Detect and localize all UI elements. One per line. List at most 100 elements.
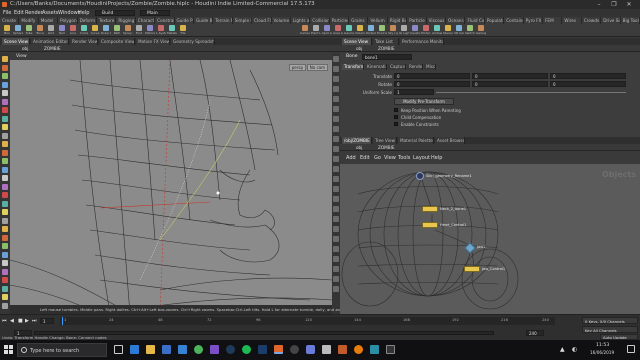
- shelf-tab[interactable]: Characters: [135, 17, 156, 24]
- shelf-tool[interactable]: Draw Curve: [101, 25, 111, 36]
- viewport-tool-icon[interactable]: [2, 302, 8, 309]
- discord-icon[interactable]: [306, 345, 315, 354]
- display-option-icon[interactable]: [333, 116, 339, 122]
- viewport-tool-icon[interactable]: [2, 285, 8, 292]
- viewport-tool-icon[interactable]: [2, 124, 8, 130]
- desktop-build-select[interactable]: Build: [95, 10, 135, 16]
- shelf-tab[interactable]: Simple FX: [232, 17, 253, 24]
- viewport-tool-icon[interactable]: [2, 175, 8, 181]
- tab-tree-view[interactable]: Tree View: [373, 137, 397, 144]
- shelf-tool[interactable]: Metaball: [167, 25, 177, 36]
- light-tool[interactable]: Volume Light: [355, 25, 365, 36]
- clock-time[interactable]: 11:53: [596, 343, 609, 348]
- network-menu-tools[interactable]: Tools: [398, 155, 410, 161]
- current-frame-field[interactable]: 1: [40, 318, 54, 324]
- network-menu-help[interactable]: Help: [431, 155, 442, 161]
- rotate-y-field[interactable]: 0: [472, 81, 548, 87]
- shelf-tab[interactable]: Oceans: [446, 17, 466, 24]
- shelf-tab[interactable]: Guide Pro...: [174, 17, 194, 24]
- spotify-icon[interactable]: [242, 345, 251, 354]
- shelf-tab[interactable]: Create: [0, 17, 20, 24]
- 3d-viewport[interactable]: persp No cam: [10, 60, 332, 314]
- viewport-tool-icon[interactable]: [2, 234, 8, 241]
- tray-network-icon[interactable]: ▲: [560, 346, 565, 353]
- view-menu[interactable]: View: [16, 54, 27, 59]
- shelf-tab[interactable]: Deform: [77, 17, 97, 24]
- shelf-tab[interactable]: Pyro FX: [523, 17, 544, 24]
- persp-button[interactable]: persp: [288, 64, 306, 71]
- maya-icon[interactable]: [370, 345, 379, 354]
- keys-channels-button[interactable]: 0 Keys, 0/0 Channels: [582, 317, 638, 324]
- rotate-x-field[interactable]: 0: [394, 81, 470, 87]
- viewport-tool-icon[interactable]: [2, 149, 8, 156]
- node-name-field[interactable]: bone1: [362, 54, 412, 60]
- shelf-tab[interactable]: Crowds: [581, 17, 602, 24]
- shelf-tab[interactable]: Vellum: [368, 17, 388, 24]
- menu-assets[interactable]: Assets: [42, 10, 58, 16]
- rotate-z-field[interactable]: 0: [550, 81, 626, 87]
- store-icon[interactable]: [162, 345, 171, 354]
- photoshop-icon[interactable]: [258, 345, 267, 354]
- light-tool[interactable]: VR Camera: [454, 25, 464, 36]
- subtab-capture[interactable]: Capture: [388, 64, 406, 70]
- shelf-tab[interactable]: Big Tools: [620, 17, 640, 24]
- viewport-tool-icon[interactable]: [2, 56, 8, 62]
- visual-studio-icon[interactable]: [210, 345, 219, 354]
- display-option-icon[interactable]: [333, 166, 339, 172]
- light-tool[interactable]: Environment: [377, 25, 387, 36]
- zbrush-icon[interactable]: [322, 345, 331, 354]
- shelf-tool[interactable]: Platonic: [145, 25, 155, 36]
- enable-constraints-checkbox[interactable]: [394, 122, 398, 126]
- tab-render-view[interactable]: Render View: [70, 38, 98, 45]
- range-end-field[interactable]: 240: [526, 330, 544, 336]
- display-option-icon[interactable]: [333, 156, 339, 162]
- task-view-icon[interactable]: [114, 345, 123, 354]
- mail-icon[interactable]: [178, 345, 187, 354]
- subtab-render[interactable]: Render: [407, 64, 423, 70]
- tab-composite-view[interactable]: Composite View: [99, 38, 135, 45]
- translate-x-field[interactable]: 0: [394, 73, 470, 79]
- shelf-tab[interactable]: Lights and...: [290, 17, 311, 24]
- substance-icon[interactable]: [338, 345, 347, 354]
- shelf-tool[interactable]: Spray Paint: [123, 25, 133, 36]
- shelf-tool[interactable]: L-System: [156, 25, 166, 36]
- node-neck-bone[interactable]: [422, 206, 438, 212]
- viewport-tool-icon[interactable]: [2, 158, 8, 164]
- minimize-button[interactable]: –: [592, 0, 606, 9]
- network-menu-view[interactable]: View: [384, 155, 396, 161]
- display-option-icon[interactable]: [333, 246, 339, 252]
- shelf-tab[interactable]: Drive Sim...: [601, 17, 621, 24]
- shelf-tool[interactable]: Font: [134, 25, 144, 36]
- shelf-tab[interactable]: Wires: [562, 17, 582, 24]
- light-tool[interactable]: Gamepad Camera: [476, 25, 486, 36]
- tab-motion-fx-view[interactable]: Motion FX View: [136, 38, 170, 45]
- display-option-icon[interactable]: [333, 216, 339, 222]
- subtab-transform[interactable]: Transform: [342, 64, 364, 70]
- display-option-icon[interactable]: [333, 66, 339, 72]
- tray-volume-icon[interactable]: ◐: [572, 346, 577, 353]
- light-tool[interactable]: Stereo Camera: [443, 25, 453, 36]
- shelf-tab[interactable]: Model: [38, 17, 59, 24]
- clock-date[interactable]: 16/06/2019: [590, 350, 614, 355]
- viewport-tool-icon[interactable]: [2, 217, 8, 224]
- shelf-tab[interactable]: Fluid Con...: [465, 17, 485, 24]
- play-forward-icon[interactable]: ▶: [25, 318, 29, 324]
- viewport-tool-icon[interactable]: [2, 141, 8, 147]
- network-menu-layout[interactable]: Layout: [413, 155, 430, 161]
- display-option-icon[interactable]: [333, 226, 339, 232]
- shelf-tab[interactable]: Terrain FX: [213, 17, 233, 24]
- subtab-kinematics[interactable]: Kinematics: [365, 64, 387, 70]
- shelf-tab[interactable]: Volume: [271, 17, 291, 24]
- houdini-taskbar-icon[interactable]: [274, 345, 283, 354]
- shelf-tool[interactable]: Circle: [79, 25, 89, 36]
- shelf-tab[interactable]: Constraints: [155, 17, 175, 24]
- chrome-icon[interactable]: [194, 345, 203, 354]
- display-option-icon[interactable]: [333, 56, 339, 62]
- light-tool[interactable]: GI Light: [399, 25, 409, 36]
- viewport-tool-icon[interactable]: [2, 98, 8, 105]
- tab-animation-editor[interactable]: Animation Editor: [31, 38, 69, 45]
- shelf-tab[interactable]: Particles: [329, 17, 350, 24]
- display-option-icon[interactable]: [333, 176, 339, 182]
- light-tool[interactable]: Switcher: [465, 25, 475, 36]
- translate-y-field[interactable]: 0: [472, 73, 548, 79]
